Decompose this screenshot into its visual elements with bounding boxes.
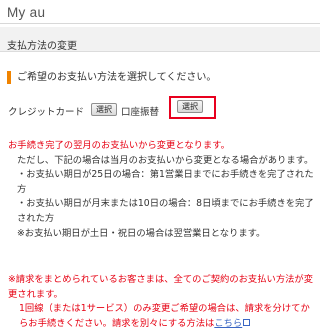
select-credit-card-button[interactable]: 選択: [91, 103, 117, 116]
external-link-icon: [243, 318, 251, 326]
myau-logo[interactable]: My au: [7, 5, 45, 20]
kochira-link[interactable]: こちら: [214, 318, 242, 329]
page-title: 支払方法の変更: [7, 41, 77, 52]
notice-line: ※お支払い期日が土日・祝日の場合は翌営業日となります。: [17, 227, 266, 239]
notice-text: 1回線（または1サービス）のみ変更ご希望の場合は、請求を分けてからお手続きくださ…: [19, 303, 310, 329]
notice-line: 1回線（または1サービス）のみ変更ご希望の場合は、請求を分けてからお手続きくださ…: [8, 302, 318, 331]
change-timing-notice: お手続き完了の翌月のお支払いから変更となります。 ただし、下記の場合は当月のお支…: [8, 139, 316, 241]
credit-card-label: クレジットカード: [8, 107, 85, 118]
notice-line: ・お支払い期日が25日の場合：第1営業日までにお手続きを完了された方: [17, 169, 314, 195]
select-bank-transfer-button[interactable]: 選択: [177, 100, 203, 113]
page-title-bar: 支払方法の変更: [0, 27, 320, 52]
billing-notice: ※請求をまとめられているお客さまは、全てのご契約のお支払い方法が変更されます。 …: [8, 273, 318, 331]
notice-line: ※請求をまとめられているお客さまは、全てのご契約のお支払い方法が変更されます。: [8, 274, 314, 300]
notice-line: お手続き完了の翌月のお支払いから変更となります。: [8, 140, 230, 151]
notice-line: ・お支払い期日が月末または10日の場合：8日頃までにお手続きを完了された方: [17, 198, 314, 224]
notice-line: ただし、下記の場合は当月のお支払いから変更となる場合があります。: [17, 154, 314, 166]
highlight-box: 選択: [169, 96, 216, 119]
bank-transfer-label: 口座振替: [121, 107, 160, 118]
app-header: My au: [0, 0, 320, 24]
section-heading: ご希望のお支払い方法を選択してください。: [7, 71, 320, 84]
